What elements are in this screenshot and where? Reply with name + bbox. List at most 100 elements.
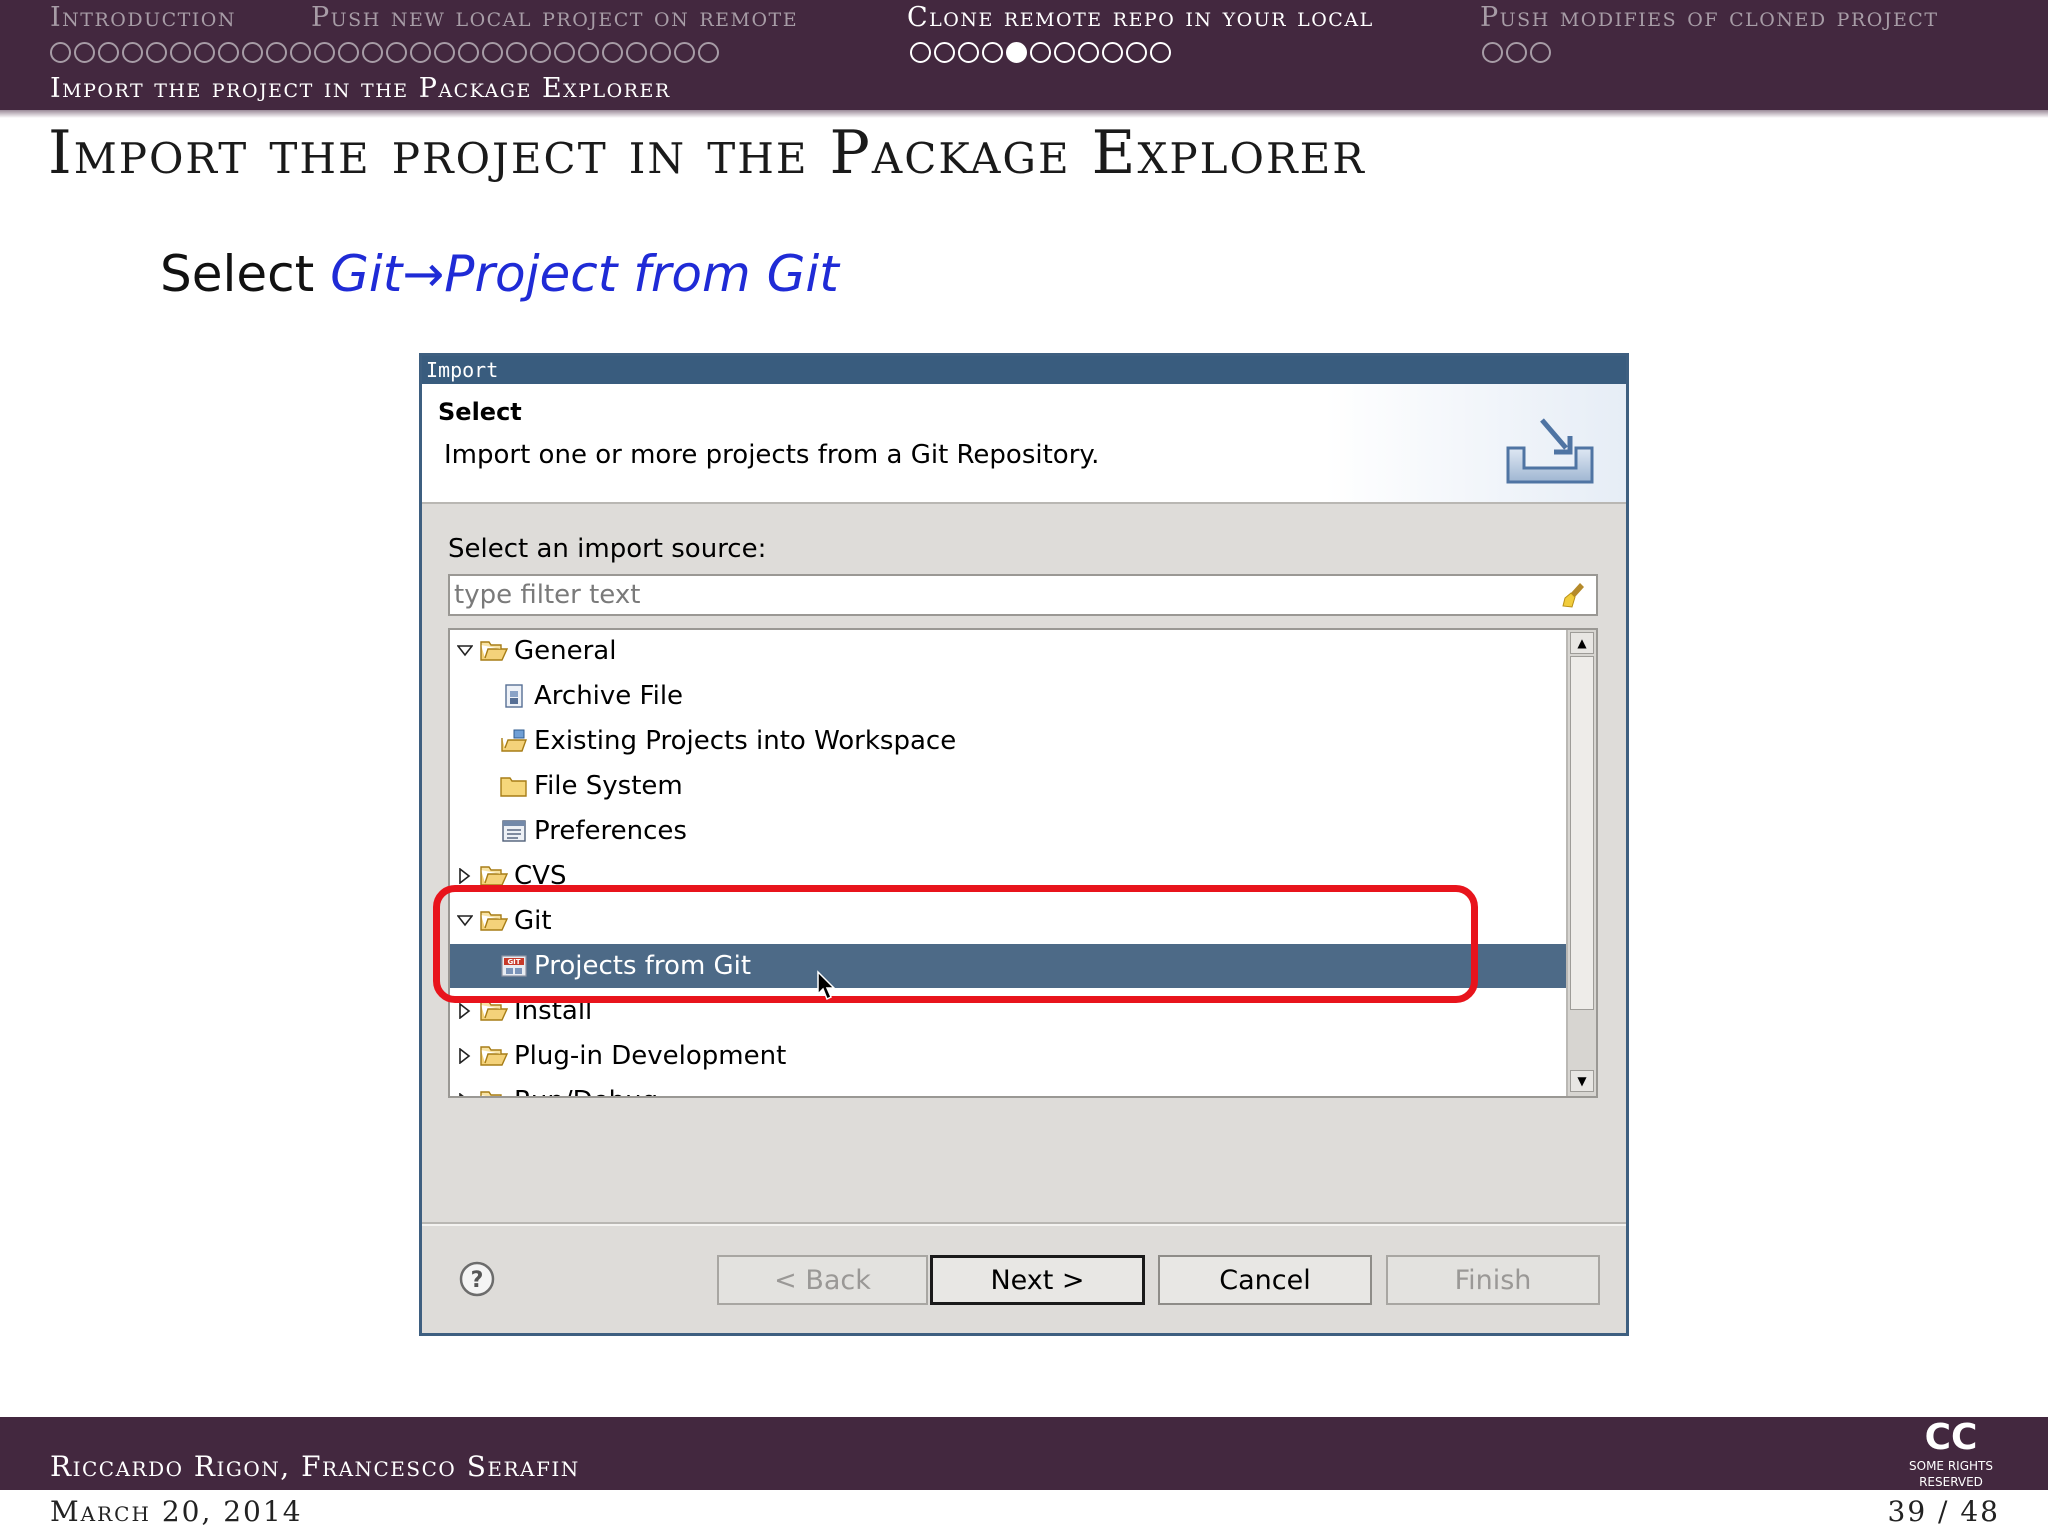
instruction-text: Select Git→Project from Git [160,245,839,303]
nav-dot-icon[interactable] [218,42,239,63]
tree-row[interactable]: Preferences [450,809,1566,853]
tree-scrollbar[interactable]: ▲ ▼ [1566,630,1596,1096]
nav-dots-push-new[interactable] [314,42,719,63]
nav-dot-icon[interactable] [386,42,407,63]
folder-closed-icon [500,777,527,797]
git-projects-icon: GIT [501,955,527,977]
tree-row[interactable]: General [450,630,1566,673]
tree-row[interactable]: CVS [450,854,1566,898]
nav-dot-icon[interactable] [362,42,383,63]
nav-dots-clone-remote[interactable] [910,42,1171,63]
scroll-up-arrow-icon[interactable]: ▲ [1570,632,1594,654]
nav-dot-icon[interactable] [266,42,287,63]
tree-row[interactable]: Archive File [450,674,1566,718]
nav-dot-icon[interactable] [50,42,71,63]
tree-row[interactable]: Run/Debug [450,1079,1566,1096]
nav-dot-icon[interactable] [314,42,335,63]
nav-dot-icon[interactable] [458,42,479,63]
expanded-arrow-icon[interactable] [454,640,476,662]
nav-dot-icon[interactable] [1126,42,1147,63]
nav-dot-icon[interactable] [482,42,503,63]
nav-dot-icon[interactable] [290,42,311,63]
tree-row-label: Run/Debug [514,1086,658,1096]
tree-row[interactable]: Install [450,989,1566,1033]
tree-row-label: General [514,636,617,666]
next-button[interactable]: Next > [930,1255,1145,1305]
nav-dot-icon[interactable] [146,42,167,63]
folder-open-icon [480,1046,508,1066]
svg-text:GIT: GIT [507,958,520,966]
import-source-tree[interactable]: General Archive File Existing Projects int… [448,628,1598,1098]
nav-dot-icon[interactable] [1482,42,1503,63]
dialog-title-bar[interactable]: Import [422,356,1626,384]
footer-lower-band [0,1490,2048,1536]
nav-dot-icon[interactable] [1078,42,1099,63]
collapsed-arrow-icon[interactable] [454,1000,476,1022]
nav-dot-icon[interactable] [98,42,119,63]
nav-dots-introduction[interactable] [50,42,311,63]
tree-row[interactable]: Existing Projects into Workspace [450,719,1566,763]
nav-dot-icon[interactable] [934,42,955,63]
nav-dot-icon[interactable] [554,42,575,63]
back-button[interactable]: < Back [717,1255,928,1305]
cc-license-text: SOME RIGHTS RESERVED [1909,1459,1993,1489]
nav-section-clone-remote[interactable]: Clone remote repo in your local [907,2,1374,33]
collapsed-arrow-icon[interactable] [454,1045,476,1067]
tree-row-label: File System [534,771,683,801]
nav-dot-icon[interactable] [1030,42,1051,63]
nav-section-push-modifies[interactable]: Push modifies of cloned project [1480,2,1939,33]
nav-dot-icon[interactable] [1102,42,1123,63]
creative-commons-badge: CC SOME RIGHTS RESERVED [1886,1417,2016,1490]
scroll-down-arrow-icon[interactable]: ▼ [1570,1070,1594,1092]
scrollbar-thumb[interactable] [1570,656,1594,1010]
nav-subsection[interactable]: Import the project in the Package Explor… [50,73,671,104]
collapsed-arrow-icon[interactable] [454,1090,476,1096]
tree-row[interactable]: File System [450,764,1566,808]
nav-dot-icon[interactable] [194,42,215,63]
nav-dot-icon[interactable] [242,42,263,63]
cancel-button[interactable]: Cancel [1158,1255,1372,1305]
nav-dot-icon[interactable] [910,42,931,63]
nav-dot-icon[interactable] [1530,42,1551,63]
nav-dot-icon[interactable] [982,42,1003,63]
nav-dot-icon[interactable] [170,42,191,63]
expanded-arrow-icon[interactable] [454,910,476,932]
help-icon[interactable]: ? [458,1260,496,1298]
cc-logo-icon: CC [1924,1417,1978,1458]
nav-dot-icon[interactable] [506,42,527,63]
nav-dot-icon[interactable] [410,42,431,63]
finish-button[interactable]: Finish [1386,1255,1600,1305]
nav-dot-icon[interactable] [578,42,599,63]
nav-dot-icon[interactable] [1054,42,1075,63]
banner-description: Import one or more projects from a Git R… [444,440,1100,470]
nav-section-push-new[interactable]: Push new local project on remote [311,2,798,33]
nav-dot-icon[interactable] [122,42,143,63]
tree-row[interactable]: GIT Projects from Git [450,944,1566,988]
nav-dot-icon[interactable] [1150,42,1171,63]
filter-input[interactable] [450,576,1530,614]
nav-dots-push-modifies[interactable] [1482,42,1551,63]
tree-row-label: Projects from Git [534,951,752,981]
nav-dot-icon[interactable] [530,42,551,63]
nav-dot-icon[interactable] [1506,42,1527,63]
nav-section-introduction[interactable]: Introduction [50,2,236,33]
tree-row[interactable]: Plug-in Development [450,1034,1566,1078]
clear-filter-icon[interactable] [1560,580,1590,610]
tree-row[interactable]: Git [450,899,1566,943]
nav-dot-icon[interactable] [1006,42,1027,63]
svg-text:?: ? [471,1268,484,1293]
nav-dot-icon[interactable] [434,42,455,63]
nav-dot-icon[interactable] [338,42,359,63]
collapsed-arrow-icon[interactable] [454,865,476,887]
nav-dot-icon[interactable] [626,42,647,63]
nav-dot-icon[interactable] [698,42,719,63]
import-dialog: Import Select Import one or more project… [419,353,1629,1336]
existing-projects-icon [501,729,527,752]
nav-dot-icon[interactable] [650,42,671,63]
nav-dot-icon[interactable] [602,42,623,63]
banner-heading: Select [438,398,522,426]
folder-open-icon [480,641,508,661]
nav-dot-icon[interactable] [74,42,95,63]
nav-dot-icon[interactable] [674,42,695,63]
nav-dot-icon[interactable] [958,42,979,63]
